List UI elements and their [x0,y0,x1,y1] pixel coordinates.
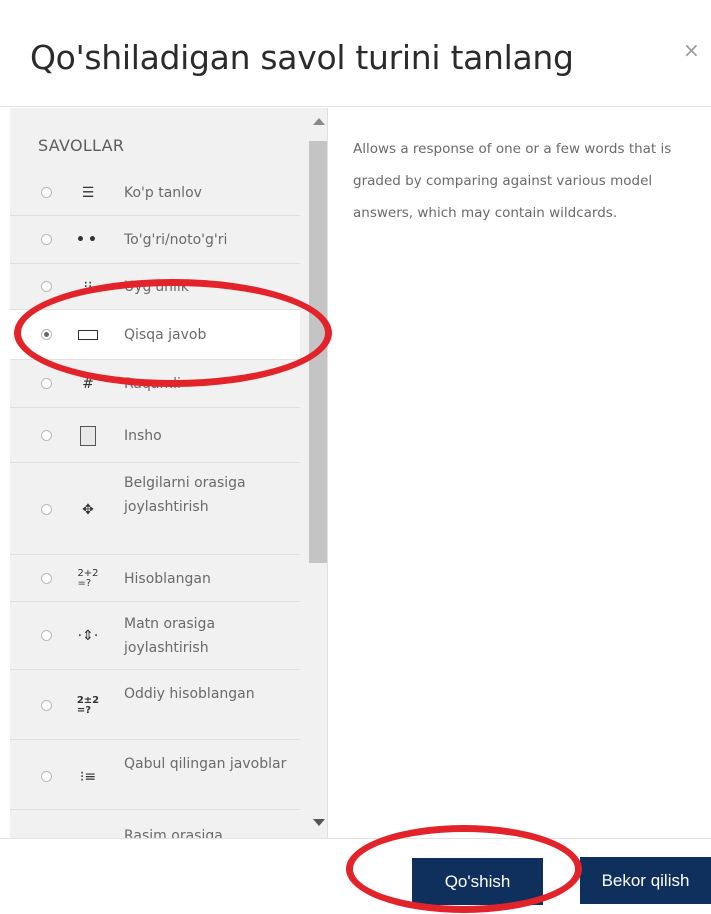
short-answer-icon [76,324,100,346]
multiple-choice-icon: ☰ [81,185,95,201]
matching-icon: ⁝⁝ [83,279,93,295]
option-label: Insho [124,428,162,444]
drag-drop-text-icon: ·⇕· [77,628,99,644]
option-label: Ko'p tanlov [124,185,202,201]
radio-button[interactable] [41,630,52,641]
radio-button[interactable] [41,771,52,782]
radio-button[interactable] [41,378,52,389]
option-label: Qisqa javob [124,327,207,343]
question-type-dialog: Qo'shiladigan savol turini tanlang × SAV… [0,0,711,914]
drag-drop-markers-icon: ✥ [82,502,94,518]
true-false-icon: •• [76,232,100,248]
option-matching[interactable]: ⁝⁝ Uyg'unlik [10,264,300,310]
calculated-icon: 2+2 =? [77,568,99,589]
radio-button[interactable] [41,504,52,515]
dialog-header: Qo'shiladigan savol turini tanlang × [0,0,711,107]
cancel-button[interactable]: Bekor qilish [580,857,711,904]
close-icon[interactable]: × [683,38,700,62]
scroll-thumb[interactable] [309,141,327,563]
option-drag-drop-text[interactable]: ·⇕· Matn orasiga joylashtirish [10,602,300,670]
option-multiple-choice[interactable]: ☰ Ko'p tanlov [10,170,300,216]
radio-button[interactable] [41,430,52,441]
option-label: Qabul qilingan javoblar [124,756,287,772]
add-button[interactable]: Qo'shish [412,858,543,905]
option-short-answer[interactable]: Qisqa javob [10,310,300,360]
simple-calculated-icon: 2±2 =? [76,695,100,716]
dialog-title: Qo'shiladigan savol turini tanlang [30,38,574,77]
option-embedded-answers[interactable]: ⁝≡ Qabul qilingan javoblar [10,740,300,810]
option-label: Belgilarni orasiga joylashtirish [124,475,246,515]
scroll-up-arrow-icon[interactable] [313,118,325,125]
option-simple-calculated[interactable]: 2±2 =? Oddiy hisoblangan [10,670,300,740]
radio-button[interactable] [41,573,52,584]
radio-button[interactable] [41,234,52,245]
option-label: Matn orasiga joylashtirish [124,616,216,656]
option-numerical[interactable]: # Raqamli [10,360,300,408]
option-label: Uyg'unlik [124,279,189,295]
question-type-description: Allows a response of one or a few words … [353,141,672,221]
question-type-list: SAVOLLAR ☰ Ko'p tanlov •• To'g'ri/noto'g… [10,108,328,838]
embedded-answers-icon: ⁝≡ [79,769,97,785]
radio-button[interactable] [41,700,52,711]
option-label: Hisoblangan [124,571,211,587]
option-label: Oddiy hisoblangan [124,686,255,702]
section-label: SAVOLLAR [38,136,125,155]
option-calculated[interactable]: 2+2 =? Hisoblangan [10,555,300,602]
radio-button[interactable] [41,281,52,292]
scroll-down-arrow-icon[interactable] [313,819,325,826]
list-scrollbar[interactable] [308,108,327,838]
option-drag-drop-image[interactable]: ▣ Rasim orasiga [10,810,300,838]
option-label: Rasim orasiga [124,828,223,838]
option-essay[interactable]: Insho [10,408,300,463]
radio-button-selected[interactable] [41,329,52,340]
option-label: Raqamli [124,376,181,392]
option-drag-drop-markers[interactable]: ✥ Belgilarni orasiga joylashtirish [10,463,300,555]
radio-button[interactable] [41,187,52,198]
option-true-false[interactable]: •• To'g'ri/noto'g'ri [10,216,300,264]
option-label: To'g'ri/noto'g'ri [124,232,228,248]
numerical-icon: # [82,376,94,392]
essay-icon [76,425,100,447]
